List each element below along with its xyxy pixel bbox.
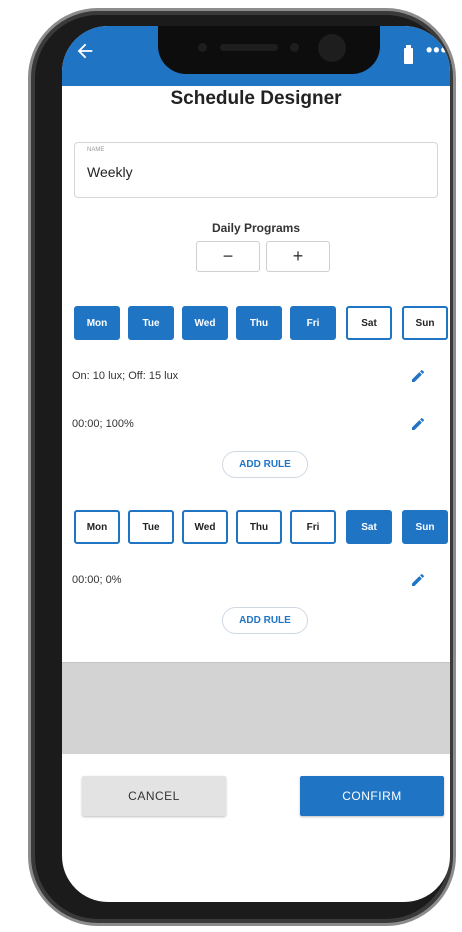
day-toggle-sun[interactable]: Sun — [402, 510, 448, 544]
confirm-button[interactable]: CONFIRM — [300, 776, 444, 816]
name-input-label: NAME — [87, 147, 105, 153]
rule-item-text: 00:00; 0% — [72, 574, 122, 586]
day-toggle-tue[interactable]: Tue — [128, 510, 174, 544]
day-toggle-fri[interactable]: Fri — [290, 510, 336, 544]
daily-programs-label: Daily Programs — [211, 221, 301, 235]
rule-item-text: 00:00; 100% — [72, 418, 134, 430]
pencil-icon[interactable] — [410, 416, 426, 432]
day-toggle-thu[interactable]: Thu — [236, 510, 282, 544]
divider — [62, 662, 450, 663]
dialog-backdrop — [62, 662, 450, 754]
phone-notch — [158, 26, 380, 74]
name-input[interactable]: NAME Weekly — [74, 142, 438, 198]
arrow-left-icon[interactable] — [74, 40, 96, 62]
day-toggle-mon[interactable]: Mon — [74, 510, 120, 544]
sensor-dot — [290, 43, 299, 52]
day-toggle-mon[interactable]: Mon — [74, 306, 120, 340]
day-toggle-tue[interactable]: Tue — [128, 306, 174, 340]
page-title: Schedule Designer — [170, 88, 342, 109]
add-rule-button[interactable]: ADD RULE — [222, 607, 308, 634]
phone-screen: ••• Schedule Designer NAME Weekly Daily … — [62, 26, 450, 902]
pencil-icon[interactable] — [410, 368, 426, 384]
name-input-value[interactable]: Weekly — [87, 164, 133, 180]
day-toggle-thu[interactable]: Thu — [236, 306, 282, 340]
day-toggle-sun[interactable]: Sun — [402, 306, 448, 340]
cancel-button[interactable]: CANCEL — [82, 776, 226, 816]
add-rule-button[interactable]: ADD RULE — [222, 451, 308, 478]
decrement-programs-button[interactable]: − — [196, 241, 260, 272]
day-toggle-sat[interactable]: Sat — [346, 306, 392, 340]
day-toggle-wed[interactable]: Wed — [182, 306, 228, 340]
more-horizontal-icon[interactable]: ••• — [426, 40, 448, 61]
day-toggle-sat[interactable]: Sat — [346, 510, 392, 544]
sensor-dot — [198, 43, 207, 52]
pencil-icon[interactable] — [410, 572, 426, 588]
front-camera — [318, 34, 346, 62]
speaker-grille — [220, 44, 278, 51]
day-toggle-fri[interactable]: Fri — [290, 306, 336, 340]
day-toggle-wed[interactable]: Wed — [182, 510, 228, 544]
increment-programs-button[interactable]: + — [266, 241, 330, 272]
rule-item-text: On: 10 lux; Off: 15 lux — [72, 370, 179, 382]
battery-icon — [404, 45, 413, 64]
